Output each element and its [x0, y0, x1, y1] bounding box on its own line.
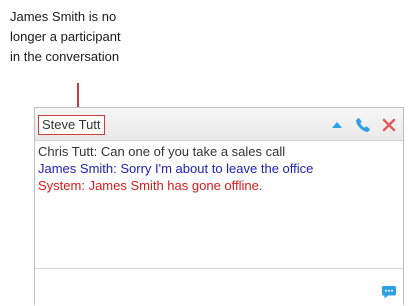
participant-name[interactable]: Steve Tutt: [38, 115, 105, 135]
message-input[interactable]: [35, 269, 403, 306]
message-james-smith: James Smith: Sorry I'm about to leave th…: [38, 161, 314, 176]
chat-title-bar: Steve Tutt: [35, 108, 403, 141]
caret-up-icon[interactable]: [329, 117, 345, 133]
callout-line-3: in the conversation: [10, 49, 120, 64]
callout-annotation: James Smith is no longer a participant i…: [10, 7, 180, 67]
chat-bubble-icon[interactable]: [381, 284, 397, 300]
title-actions: [329, 114, 397, 136]
phone-icon[interactable]: [355, 117, 371, 133]
message-chris-tutt: Chris Tutt: Can one of you take a sales …: [38, 144, 286, 159]
callout-line-2: longer a participant: [10, 29, 121, 44]
message-system: System: James Smith has gone offline.: [38, 178, 263, 193]
message-list: Chris Tutt: Can one of you take a sales …: [38, 143, 403, 194]
chat-window: Steve Tutt Chris Tutt: Can one of you ta…: [34, 107, 404, 305]
callout-line-1: James Smith is no: [10, 9, 117, 24]
close-icon[interactable]: [381, 117, 397, 133]
